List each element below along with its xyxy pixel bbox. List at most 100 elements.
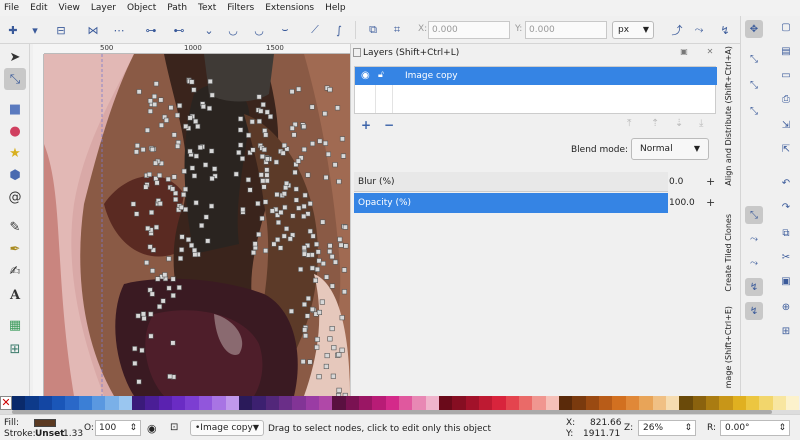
path-node[interactable] — [336, 179, 342, 185]
color-swatch[interactable] — [532, 396, 546, 410]
tab-image[interactable]: mage (Shift+Ctrl+E) — [724, 306, 733, 388]
path-node[interactable] — [289, 125, 295, 131]
color-swatch[interactable] — [105, 396, 119, 410]
path-node[interactable] — [173, 196, 179, 202]
path-node[interactable] — [245, 177, 251, 183]
path-node[interactable] — [309, 252, 315, 258]
path-node[interactable] — [193, 200, 199, 206]
color-swatch[interactable] — [198, 396, 213, 410]
path-node[interactable] — [166, 285, 172, 291]
rotation-field[interactable]: 0.00° ⇕ — [720, 420, 790, 436]
path-node[interactable] — [331, 345, 337, 351]
color-swatch[interactable] — [52, 396, 66, 410]
path-node[interactable] — [263, 132, 269, 138]
path-node[interactable] — [183, 206, 189, 212]
path-node[interactable] — [263, 199, 269, 205]
path-node[interactable] — [209, 176, 215, 182]
color-swatch[interactable] — [238, 396, 253, 410]
color-swatch[interactable] — [705, 396, 720, 410]
path-node[interactable] — [200, 103, 206, 110]
color-swatch[interactable] — [398, 396, 413, 410]
blend-mode-select[interactable]: Normal ▼ — [631, 138, 709, 160]
path-node[interactable] — [149, 291, 155, 297]
path-node[interactable] — [205, 238, 211, 244]
tab-tiled-clones[interactable]: Create Tiled Clones — [724, 214, 733, 292]
path-node[interactable] — [274, 192, 280, 198]
blur-value[interactable]: 0.0 — [669, 177, 683, 187]
path-node[interactable] — [302, 327, 308, 333]
path-node[interactable] — [149, 146, 155, 152]
path-node[interactable] — [339, 315, 345, 321]
path-node[interactable] — [256, 118, 262, 124]
path-node[interactable] — [195, 123, 201, 129]
delete-node-icon[interactable]: ⊟ — [52, 21, 70, 39]
path-node[interactable] — [144, 127, 150, 133]
path-node[interactable] — [136, 379, 142, 385]
path-node[interactable] — [264, 167, 270, 173]
add-layer-icon[interactable]: + — [361, 118, 371, 132]
path-node[interactable] — [264, 109, 270, 115]
path-node[interactable] — [309, 306, 316, 312]
path-node[interactable] — [336, 352, 342, 358]
pen-tool-icon[interactable]: ✒ — [4, 238, 26, 260]
path-node[interactable] — [316, 374, 322, 380]
color-swatch[interactable] — [92, 396, 106, 410]
path-node[interactable] — [296, 205, 302, 211]
path-node[interactable] — [327, 336, 333, 342]
dock-close-icon[interactable]: ✕ — [705, 47, 715, 57]
menu-filters[interactable]: Filters — [227, 3, 254, 13]
path-node[interactable] — [330, 373, 336, 379]
path-node[interactable] — [193, 153, 199, 159]
path-node[interactable] — [247, 187, 253, 193]
cut-icon[interactable]: ✂ — [777, 248, 795, 266]
color-swatch[interactable] — [612, 396, 626, 410]
ellipse-tool-icon[interactable]: ● — [4, 120, 26, 142]
path-node[interactable] — [258, 108, 264, 114]
menu-file[interactable]: File — [4, 3, 19, 13]
path-node[interactable] — [133, 149, 139, 155]
path-node[interactable] — [323, 274, 330, 280]
y-field[interactable]: 0.000 — [525, 21, 607, 39]
path-node[interactable] — [316, 309, 323, 316]
path-node[interactable] — [170, 276, 176, 282]
path-node[interactable] — [341, 267, 347, 273]
fill-swatch[interactable] — [34, 419, 56, 427]
path-node[interactable] — [281, 142, 287, 148]
path-node[interactable] — [147, 98, 153, 104]
path-node[interactable] — [181, 168, 187, 174]
insert-node-icon[interactable]: ✚ — [4, 21, 22, 39]
node-tool-icon[interactable]: ⤡ — [4, 68, 26, 90]
mesh-tool-icon[interactable]: ⊞ — [4, 338, 26, 360]
path-node[interactable] — [316, 258, 322, 264]
path-node[interactable] — [288, 308, 294, 314]
color-swatch[interactable] — [785, 396, 800, 410]
path-node[interactable] — [173, 190, 179, 196]
path-node[interactable] — [275, 237, 281, 243]
path-node[interactable] — [301, 203, 307, 209]
path-node[interactable] — [177, 103, 183, 109]
stepper-icon[interactable]: ⇕ — [684, 423, 692, 433]
path-node[interactable] — [167, 373, 173, 380]
zoom-drawing-icon[interactable]: ⊞ — [777, 322, 795, 340]
path-node[interactable] — [252, 241, 258, 247]
color-swatch[interactable] — [585, 396, 600, 410]
menu-object[interactable]: Object — [127, 3, 156, 13]
path-node[interactable] — [192, 252, 198, 258]
print-document-icon[interactable]: ⎙ — [777, 90, 795, 108]
path-node[interactable] — [153, 224, 159, 230]
path-node[interactable] — [305, 211, 311, 217]
path-node[interactable] — [249, 119, 255, 125]
path-node[interactable] — [312, 277, 319, 283]
path-node[interactable] — [152, 101, 158, 108]
path-node[interactable] — [132, 360, 138, 366]
path-node[interactable] — [290, 213, 296, 219]
node-cusp-icon[interactable]: ⌄ — [200, 21, 218, 39]
current-layer-select[interactable]: •Image copy ▼ — [190, 420, 264, 436]
units-select[interactable]: px ▼ — [612, 21, 654, 39]
menu-view[interactable]: View — [59, 3, 80, 13]
color-swatch[interactable] — [265, 396, 279, 410]
eye-icon[interactable]: ◉ — [147, 422, 157, 435]
color-swatch[interactable] — [12, 396, 26, 410]
color-swatch[interactable] — [732, 396, 746, 410]
path-node[interactable] — [191, 173, 197, 179]
